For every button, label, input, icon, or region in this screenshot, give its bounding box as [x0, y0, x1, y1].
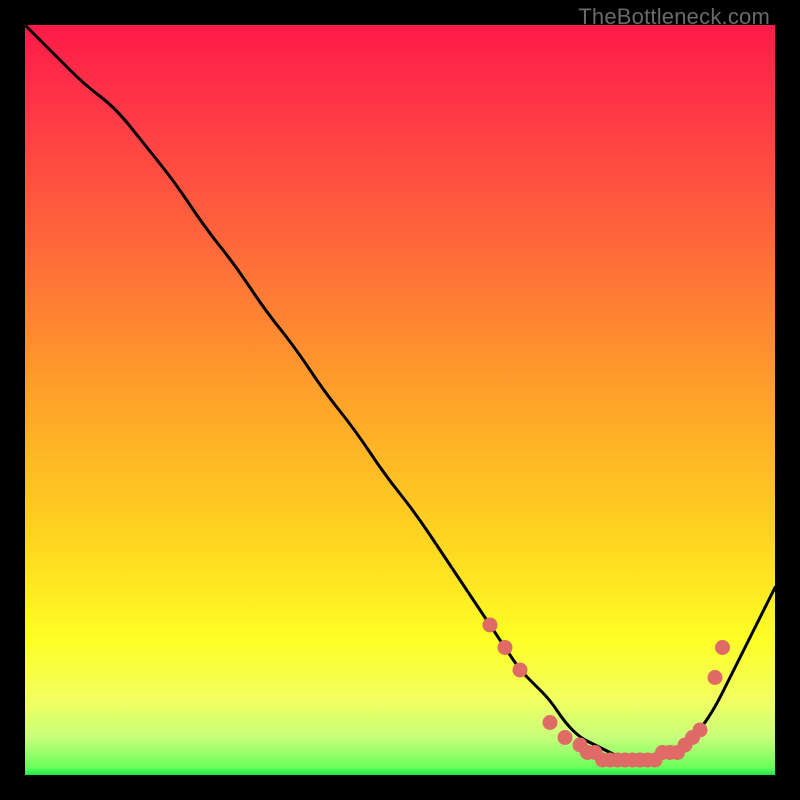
chart-frame: TheBottleneck.com: [0, 0, 800, 800]
highlight-dot: [693, 723, 707, 737]
highlight-dot: [558, 731, 572, 745]
highlight-dot: [716, 641, 730, 655]
chart-plot-area: [25, 25, 775, 775]
bottleneck-curve: [25, 25, 775, 760]
highlight-dot: [708, 671, 722, 685]
watermark-text: TheBottleneck.com: [578, 4, 770, 30]
chart-svg: [25, 25, 775, 775]
highlight-dot: [543, 716, 557, 730]
highlight-dot: [498, 641, 512, 655]
highlight-dot: [483, 618, 497, 632]
highlight-dot: [513, 663, 527, 677]
highlight-dots-group: [483, 618, 730, 767]
